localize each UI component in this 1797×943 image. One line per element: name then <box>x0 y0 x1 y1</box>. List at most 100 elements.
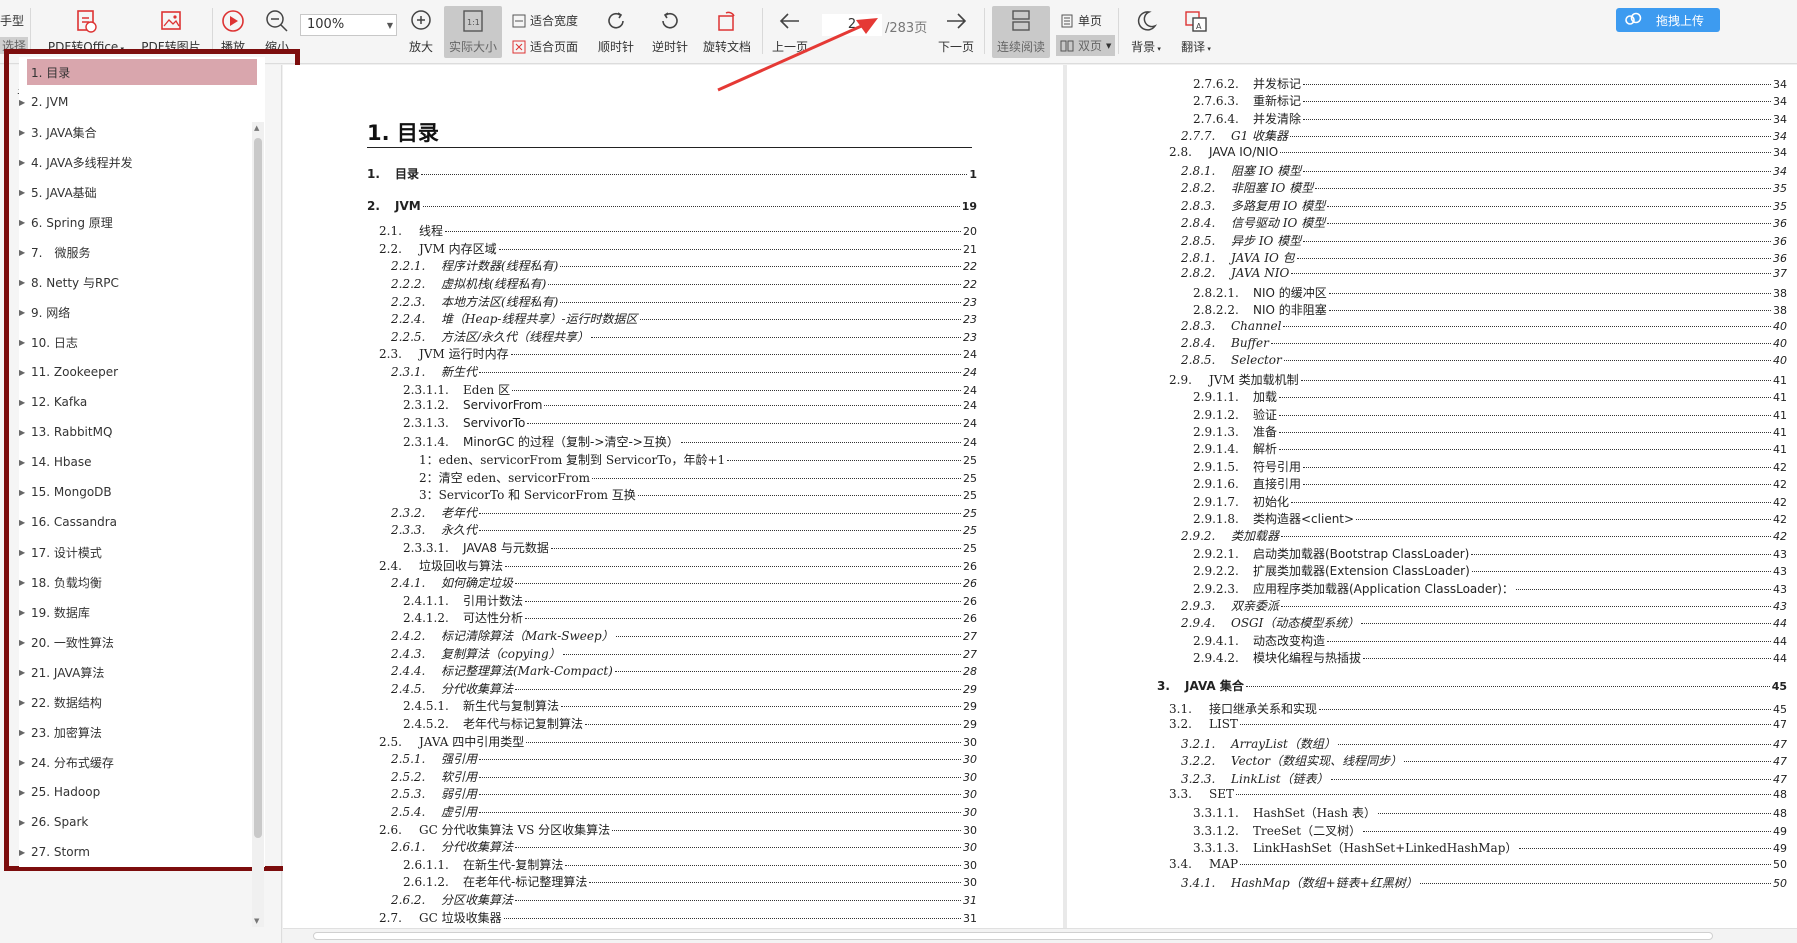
toc-entry[interactable]: 2.3.3. 永久代 25 <box>391 521 977 538</box>
toc-entry[interactable]: 2.8.3. Channel 40 <box>1181 319 1787 333</box>
toc-entry[interactable]: 2.4.1. 如何确定垃圾 26 <box>391 574 977 591</box>
expand-caret-icon[interactable]: ▶ <box>19 338 29 347</box>
toc-entry[interactable]: 2.7.7. G1 收集器 34 <box>1181 127 1787 144</box>
toc-entry[interactable]: 2： 清空 eden、servicorFrom 25 <box>419 469 977 486</box>
toc-entry[interactable]: 2.8.2. 非阻塞 IO 模型 35 <box>1181 179 1787 196</box>
toc-entry[interactable]: 2.9.1.8. 类构造器<client> 42 <box>1193 510 1787 527</box>
bookmark-item[interactable]: ▶ 12. Kafka <box>19 387 265 417</box>
toc-entry[interactable]: 2.4.1.1. 引用计数法 26 <box>403 592 977 609</box>
toc-entry[interactable]: 1. 目录 1 <box>367 165 977 182</box>
toc-entry[interactable]: 2.3.1.3. ServivorTo 24 <box>403 416 977 430</box>
page-number-input[interactable]: 2 <box>822 14 882 36</box>
translate-button[interactable]: A 翻译 ▾ <box>1176 8 1216 60</box>
toc-entry[interactable]: 2.3.1.2. ServivorFrom 24 <box>403 398 977 412</box>
toc-entry[interactable]: 3. JAVA 集合 45 <box>1157 677 1787 694</box>
bookmark-item[interactable]: ▶ 26. Spark <box>19 807 265 837</box>
expand-caret-icon[interactable]: ▶ <box>19 638 29 647</box>
bookmark-item[interactable]: ▶ 11. Zookeeper <box>19 357 265 387</box>
bookmark-item[interactable]: ▶ 15. MongoDB <box>19 477 265 507</box>
expand-caret-icon[interactable]: ▶ <box>19 98 29 107</box>
bookmark-item[interactable]: ▶ 25. Hadoop <box>19 777 265 807</box>
toc-entry[interactable]: 2.9.3. 双亲委派 43 <box>1181 597 1787 614</box>
toc-entry[interactable]: 2.6.2. 分区收集算法 31 <box>391 891 977 908</box>
next-page-button[interactable]: 下一页 <box>936 8 976 60</box>
expand-caret-icon[interactable]: ▶ <box>19 278 29 287</box>
toc-entry[interactable]: 3.2.2. Vector（数组实现、线程同步） 47 <box>1181 752 1787 769</box>
expand-caret-icon[interactable]: ▶ <box>19 518 29 527</box>
bookmark-item[interactable]: ▶ 13. RabbitMQ <box>19 417 265 447</box>
scroll-up-icon[interactable]: ▲ <box>254 124 259 132</box>
toc-entry[interactable]: 2.4.4. 标记整理算法(Mark-Compact) 28 <box>391 662 977 679</box>
expand-caret-icon[interactable]: ▶ <box>19 578 29 587</box>
toc-entry[interactable]: 3.3. SET 48 <box>1169 787 1787 801</box>
bookmark-scroll-thumb[interactable] <box>254 138 262 838</box>
expand-caret-icon[interactable]: ▶ <box>19 758 29 767</box>
toc-entry[interactable]: 2.9.4. OSGI（动态模型系统） 44 <box>1181 614 1787 631</box>
toc-entry[interactable]: 2.6.1.2. 在老年代-标记整理算法 30 <box>403 873 977 890</box>
drag-upload-button[interactable]: 拖拽上传 <box>1616 8 1720 32</box>
toc-entry[interactable]: 2.9.1.6. 直接引用 42 <box>1193 475 1787 492</box>
toc-entry[interactable]: 2.9.1.1. 加载 41 <box>1193 388 1787 405</box>
expand-caret-icon[interactable]: ▶ <box>19 398 29 407</box>
scroll-down-icon[interactable]: ▼ <box>254 917 259 925</box>
expand-caret-icon[interactable]: ▶ <box>19 818 29 827</box>
bookmark-item[interactable]: ▶ 5. JAVA基础 <box>19 177 265 207</box>
toc-entry[interactable]: 2.9.2. 类加载器 42 <box>1181 527 1787 544</box>
bookmark-item[interactable]: ▶ 3. JAVA集合 <box>19 117 265 147</box>
toc-entry[interactable]: 2.3.2. 老年代 25 <box>391 504 977 521</box>
expand-caret-icon[interactable]: ▶ <box>19 608 29 617</box>
single-page-button[interactable]: 单页 <box>1060 12 1102 29</box>
horizontal-scroll-thumb[interactable] <box>313 932 1713 940</box>
bookmark-item[interactable]: ▶ 10. 日志 <box>19 327 265 357</box>
document-view[interactable]: 1. 目录 1. 目录 1 2. JVM 19 2.1. 线程 20 2.2. JVM 内存区域 21… <box>283 65 1797 943</box>
toc-entry[interactable]: 3.4.1. HashMap（数组+链表+红黑树） 50 <box>1181 874 1787 891</box>
bookmark-item[interactable]: ▶ 23. 加密算法 <box>19 717 265 747</box>
rotate-clockwise-button[interactable]: 顺时针 <box>596 8 636 60</box>
toc-entry[interactable]: 2.8.1. 阻塞 IO 模型 34 <box>1181 162 1787 179</box>
expand-caret-icon[interactable]: ▶ <box>19 368 29 377</box>
toc-entry[interactable]: 2.9. JVM 类加载机制 41 <box>1169 371 1787 388</box>
toc-entry[interactable]: 2.1. 线程 20 <box>379 222 977 239</box>
expand-caret-icon[interactable]: ▶ <box>19 488 29 497</box>
toc-entry[interactable]: 2.9.1.3. 准备 41 <box>1193 423 1787 440</box>
prev-page-button[interactable]: 上一页 <box>770 8 810 60</box>
bookmark-item[interactable]: ▶ 17. 设计模式 <box>19 537 265 567</box>
toc-entry[interactable]: 3.3.1.3. LinkHashSet（HashSet+LinkedHashMa… <box>1193 839 1787 856</box>
expand-caret-icon[interactable]: ▶ <box>19 548 29 557</box>
toc-entry[interactable]: 2.3.1.1. Eden 区 24 <box>403 381 977 398</box>
bookmark-item[interactable]: ▶ 19. 数据库 <box>19 597 265 627</box>
toc-entry[interactable]: 2.9.4.2. 模块化编程与热插拔 44 <box>1193 649 1787 666</box>
expand-caret-icon[interactable]: ▶ <box>19 698 29 707</box>
toc-entry[interactable]: 2.9.1.4. 解析 41 <box>1193 440 1787 457</box>
continuous-read-button[interactable]: 连续阅读 <box>992 6 1050 58</box>
toc-entry[interactable]: 2.6. GC 分代收集算法 VS 分区收集算法 30 <box>379 821 977 838</box>
double-page-button[interactable]: 双页 ▼ <box>1056 35 1116 56</box>
bookmark-item[interactable]: ▶ 21. JAVA算法 <box>19 657 265 687</box>
bookmark-item[interactable]: ▶ 6. Spring 原理 <box>19 207 265 237</box>
toc-entry[interactable]: 2.4.1.2. 可达性分析 26 <box>403 609 977 626</box>
bookmark-item[interactable]: ▶ 14. Hbase <box>19 447 265 477</box>
expand-caret-icon[interactable]: ▶ <box>19 128 29 137</box>
toc-entry[interactable]: 3.2.3. LinkList（链表） 47 <box>1181 770 1787 787</box>
expand-caret-icon[interactable]: ▶ <box>19 728 29 737</box>
toc-entry[interactable]: 2.7.6.3. 重新标记 34 <box>1193 92 1787 109</box>
actual-size-button[interactable]: 1:1 实际大小 <box>444 6 502 58</box>
toc-entry[interactable]: 2.2.1. 程序计数器(线程私有) 22 <box>391 257 977 274</box>
horizontal-scrollbar[interactable] <box>283 928 1797 943</box>
toc-entry[interactable]: 2.3.1. 新生代 24 <box>391 363 977 380</box>
expand-caret-icon[interactable]: ▶ <box>19 218 29 227</box>
toc-entry[interactable]: 2.2.4. 堆（Heap-线程共享）-运行时数据区 23 <box>391 310 977 327</box>
expand-caret-icon[interactable]: ▶ <box>19 188 29 197</box>
toc-entry[interactable]: 2.8.2.2. NIO 的非阻塞 38 <box>1193 301 1787 318</box>
bookmark-list[interactable]: 1. 目录 ▶ 2. JVM ▶ 3. JAVA集合 ▶ 4. JAVA多线程并发 ▶ 5. J… <box>19 57 265 867</box>
toc-entry[interactable]: 3.2. LIST 47 <box>1169 717 1787 731</box>
hand-tool-label[interactable]: 手型 <box>0 12 24 29</box>
bookmark-item[interactable]: ▶ 8. Netty 与RPC <box>19 267 265 297</box>
bookmark-item[interactable]: ▶ 4. JAVA多线程并发 <box>19 147 265 177</box>
expand-caret-icon[interactable]: ▶ <box>19 848 29 857</box>
toc-entry[interactable]: 2.9.2.3. 应用程序类加载器(Application ClassLoader… <box>1193 580 1787 597</box>
bookmark-item[interactable]: ▶ 9. 网络 <box>19 297 265 327</box>
toc-entry[interactable]: 2.4.3. 复制算法（copying） 27 <box>391 645 977 662</box>
expand-caret-icon[interactable]: ▶ <box>19 248 29 257</box>
toc-entry[interactable]: 2.4.2. 标记清除算法（Mark-Sweep） 27 <box>391 627 977 644</box>
